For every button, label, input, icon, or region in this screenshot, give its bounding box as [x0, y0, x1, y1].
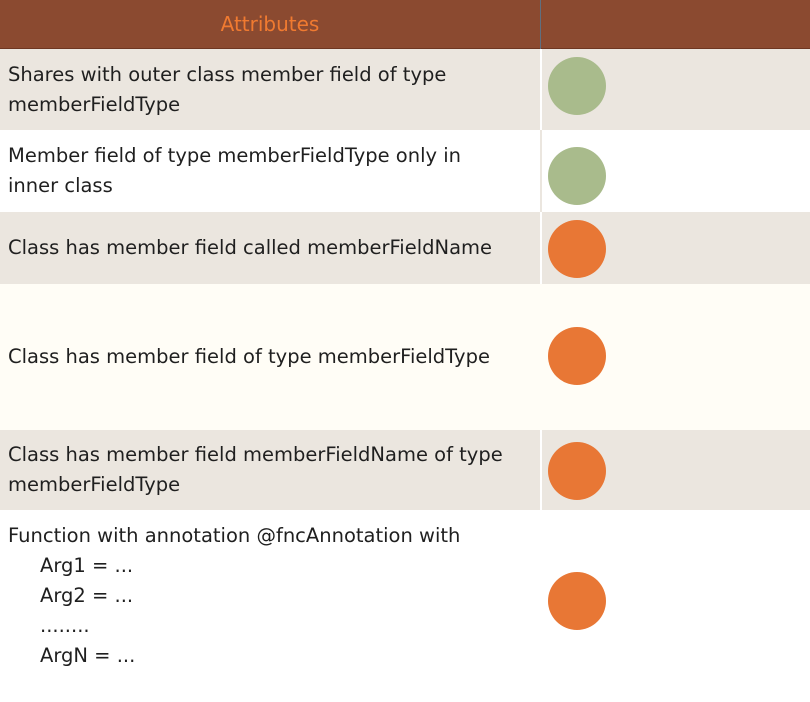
row-text-line: Function with annotation @fncAnnotation …	[8, 524, 461, 547]
status-cell	[541, 212, 810, 284]
row-text-line: Class has member field of type memberFie…	[8, 345, 490, 368]
status-cell	[541, 49, 810, 130]
row-text: Shares with outer class member field of …	[0, 49, 540, 130]
row-text-line: Member field of type memberFieldType onl…	[8, 144, 462, 167]
function-arg: Arg1 = ...	[40, 554, 134, 577]
row-text: Class has member field memberFieldName o…	[0, 430, 540, 510]
status-dot-orange	[548, 442, 606, 500]
row-text-line: Class has member field memberFieldName o…	[8, 443, 503, 466]
row-text-line: memberFieldType	[8, 92, 181, 116]
function-arg: ArgN = ...	[40, 644, 136, 667]
row-text: Class has member field of type memberFie…	[0, 284, 540, 430]
table-header: Attributes	[0, 0, 810, 49]
row-text: Member field of type memberFieldType onl…	[0, 130, 540, 212]
row-text: Function with annotation @fncAnnotation …	[0, 510, 540, 702]
row-text-line: memberFieldType	[8, 473, 181, 496]
status-dot-orange	[548, 327, 606, 385]
status-dot-green	[548, 147, 606, 205]
row-text-line: inner class	[8, 174, 113, 197]
header-attributes: Attributes	[220, 12, 320, 36]
table-row: Member field of type memberFieldType onl…	[0, 130, 810, 212]
status-dot-orange	[548, 572, 606, 630]
row-text-line: Class has member field called memberFiel…	[8, 236, 493, 259]
status-dot-orange	[548, 220, 606, 278]
status-dot-green	[548, 57, 606, 115]
table-row: Class has member field memberFieldName o…	[0, 430, 810, 510]
row-text-line: Shares with outer class member field of …	[8, 62, 447, 86]
function-arg: ........	[40, 614, 90, 637]
function-arg: Arg2 = ...	[40, 584, 134, 607]
table-row: Class has member field of type memberFie…	[0, 284, 810, 430]
row-text: Class has member field called memberFiel…	[0, 212, 540, 284]
status-cell	[541, 510, 810, 702]
header-empty	[541, 0, 810, 48]
status-cell	[541, 284, 810, 430]
attributes-table: Attributes Shares with outer class membe…	[0, 0, 810, 702]
status-cell	[541, 130, 810, 212]
table-row: Class has member field called memberFiel…	[0, 212, 810, 284]
status-cell	[541, 430, 810, 510]
table-row: Function with annotation @fncAnnotation …	[0, 510, 810, 702]
table-row: Shares with outer class member field of …	[0, 49, 810, 130]
